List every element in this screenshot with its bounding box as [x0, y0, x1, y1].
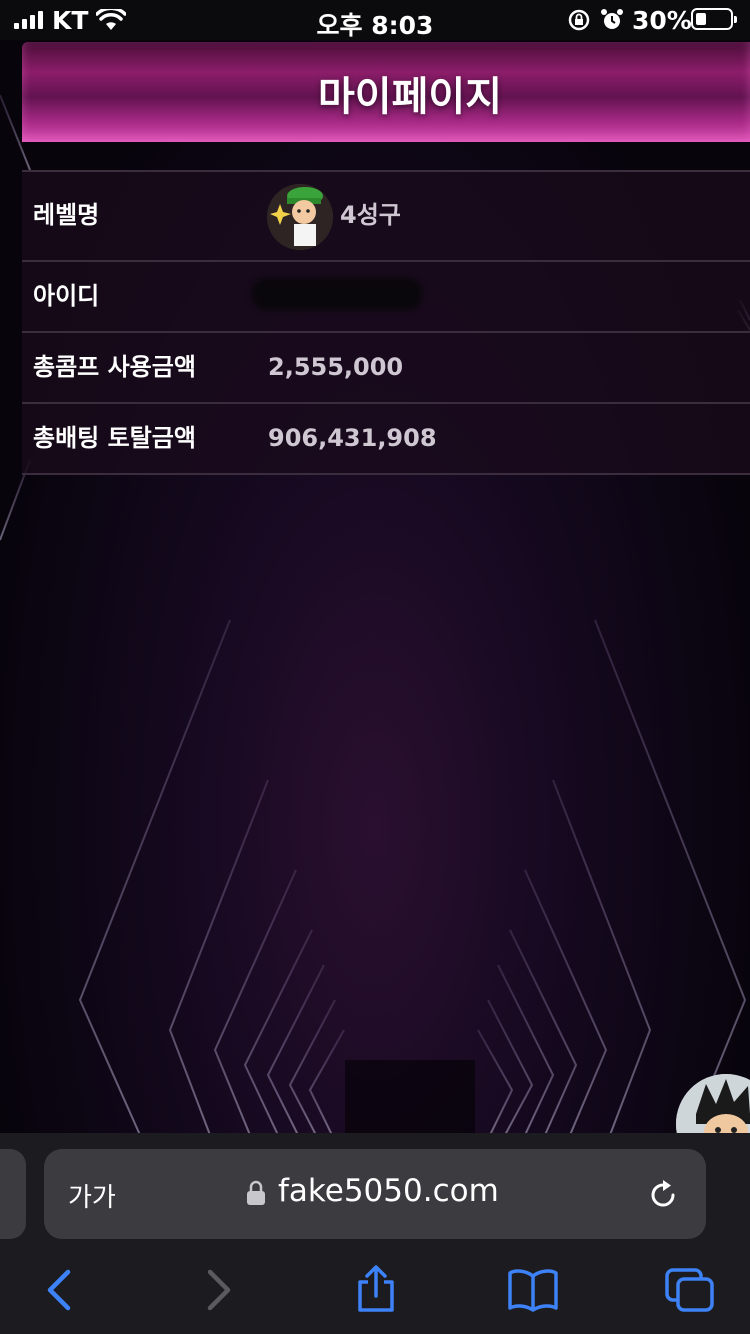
id-label: 아이디 — [33, 282, 100, 310]
share-icon[interactable] — [354, 1264, 398, 1314]
level-label: 레벨명 — [33, 201, 100, 229]
safari-bottom-bar: 가가 fake5050.com — [0, 1133, 750, 1334]
status-bar: KT 오후 8:03 30% — [0, 0, 750, 40]
alarm-icon — [601, 9, 623, 29]
battery-percent: 30% — [632, 6, 692, 35]
comp-row: 총콤프 사용금액 2,555,000 — [22, 333, 750, 404]
back-icon[interactable] — [44, 1268, 74, 1312]
text-size-button[interactable]: 가가 — [68, 1177, 116, 1214]
level-avatar — [267, 184, 333, 250]
betting-label: 총배팅 토탈금액 — [33, 424, 196, 452]
level-row: 레벨명 4성구 — [22, 172, 750, 262]
reload-icon[interactable] — [646, 1178, 680, 1212]
tabs-icon[interactable] — [664, 1268, 716, 1312]
account-info-table: 레벨명 4성구 아이디 총콤프 사용금액 2,555,000 총배팅 토탈금액 … — [22, 170, 750, 475]
orientation-lock-icon — [568, 9, 590, 31]
url-text[interactable]: fake5050.com — [278, 1173, 499, 1209]
comp-value: 2,555,000 — [268, 353, 404, 381]
previous-tab-edge[interactable] — [0, 1149, 26, 1239]
page-header: 마이페이지 — [22, 42, 750, 142]
address-bar[interactable]: 가가 fake5050.com — [44, 1149, 706, 1239]
forward-icon[interactable] — [204, 1268, 234, 1312]
comp-label: 총콤프 사용금액 — [33, 353, 196, 381]
battery-icon — [691, 8, 737, 30]
id-row: 아이디 — [22, 262, 750, 333]
bookmarks-icon[interactable] — [507, 1268, 559, 1312]
page-title: 마이페이지 — [318, 74, 502, 120]
betting-row: 총배팅 토탈금액 906,431,908 — [22, 404, 750, 475]
redacted-id-mark — [252, 278, 422, 310]
screen: KT 오후 8:03 30% 마이페이지 레벨명 4성구 아이디 총콤프 사용금… — [0, 0, 750, 1334]
battery-level-fill — [696, 13, 706, 25]
betting-value: 906,431,908 — [268, 424, 437, 452]
lock-icon — [247, 1180, 265, 1205]
level-value: 4성구 — [340, 201, 401, 229]
